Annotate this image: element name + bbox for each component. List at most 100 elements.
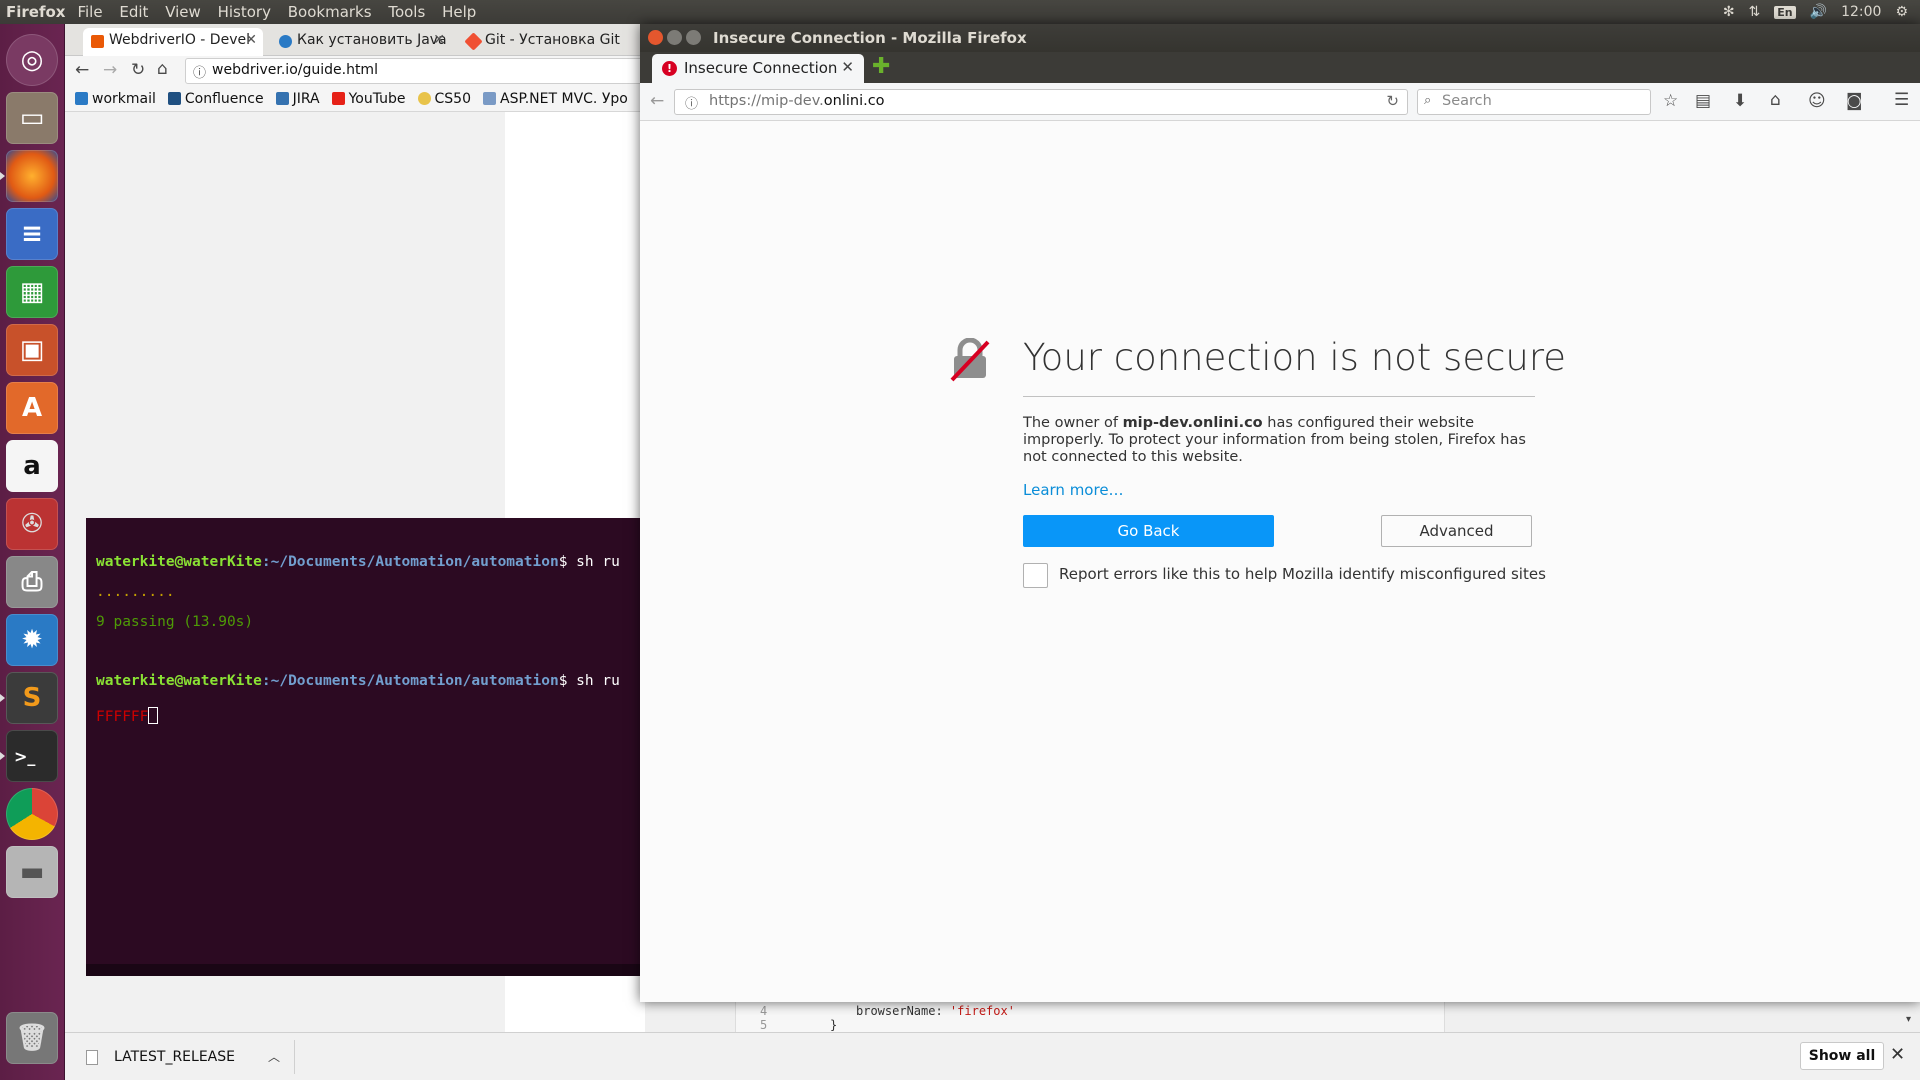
- menu-view[interactable]: View: [159, 3, 207, 21]
- ubuntu-dash-icon[interactable]: ◎: [6, 34, 58, 86]
- error-title: Your connection is not secure: [1023, 336, 1567, 379]
- hamburger-menu-icon[interactable]: ☰: [1894, 90, 1909, 110]
- chevron-up-icon[interactable]: ︿: [268, 1048, 280, 1065]
- volume-icon[interactable]: 🔊: [1810, 4, 1827, 20]
- webdriverio-favicon-icon: [91, 35, 104, 48]
- dropbox-icon[interactable]: ✻: [1723, 4, 1735, 20]
- terminal-cursor: [148, 707, 159, 724]
- back-arrow-icon[interactable]: ←: [650, 91, 664, 111]
- background-tab-strip: WebdriverIO - Devel ✕ Как установить Jav…: [65, 24, 645, 56]
- unity-tweak-icon[interactable]: ✹: [6, 614, 58, 666]
- git-favicon-icon: [464, 32, 483, 51]
- search-icon: ⌕: [1424, 93, 1432, 108]
- tab-git-install[interactable]: Git - Установка Git: [459, 28, 645, 56]
- info-icon: ⓘ: [193, 66, 207, 81]
- report-errors-checkbox[interactable]: [1023, 563, 1048, 588]
- maximize-window-icon[interactable]: [686, 30, 701, 45]
- library-icon[interactable]: ▤: [1695, 91, 1711, 111]
- clock[interactable]: 12:00: [1841, 4, 1881, 20]
- libreoffice-writer-icon[interactable]: ≡: [6, 208, 58, 260]
- bookmark-jira[interactable]: JIRA: [275, 91, 320, 107]
- forward-arrow-icon[interactable]: →: [103, 60, 117, 80]
- home-icon[interactable]: ⌂: [1770, 90, 1781, 110]
- libreoffice-calc-icon[interactable]: ▦: [6, 266, 58, 318]
- close-downloads-bar-icon[interactable]: ✕: [1890, 1044, 1905, 1065]
- keyboard-layout-indicator[interactable]: En: [1774, 5, 1796, 19]
- files-icon[interactable]: ▭: [6, 92, 58, 144]
- trash-icon[interactable]: 🗑: [6, 1012, 58, 1064]
- amazon-icon[interactable]: a: [6, 440, 58, 492]
- confluence-icon: [167, 92, 181, 105]
- menu-history[interactable]: History: [212, 3, 277, 21]
- menu-help[interactable]: Help: [436, 3, 482, 21]
- title-divider: [1023, 396, 1535, 397]
- unity-launcher: ◎ ▭ ≡ ▦ ▣ A a ✇ ⎙ ✹ S >_ ▬ 🗑: [0, 24, 65, 1080]
- broken-lock-icon: [950, 338, 990, 382]
- download-item[interactable]: LATEST_RELEASE ︿: [80, 1040, 295, 1074]
- printer-icon[interactable]: ⎙: [6, 556, 58, 608]
- ubuntu-software-icon[interactable]: A: [6, 382, 58, 434]
- java-site-favicon-icon: [279, 35, 292, 48]
- go-back-button[interactable]: Go Back: [1023, 515, 1274, 547]
- firefox-url-field[interactable]: ⓘ https://mip-dev.onlini.co ↻: [674, 89, 1408, 115]
- terminal-window[interactable]: waterkite@waterKite:~/Documents/Automati…: [86, 518, 640, 974]
- learn-more-link[interactable]: Learn more…: [1023, 481, 1124, 499]
- menu-bookmarks[interactable]: Bookmarks: [282, 3, 378, 21]
- bookmark-youtube[interactable]: YouTube: [331, 91, 406, 107]
- system-settings-icon[interactable]: ✇: [6, 498, 58, 550]
- chat-bubble-icon[interactable]: ☺: [1808, 91, 1826, 111]
- warning-icon: !: [662, 61, 677, 76]
- terminal-line-failures: FFFFFF: [96, 707, 159, 725]
- menu-tools[interactable]: Tools: [382, 3, 431, 21]
- bookmark-workmail[interactable]: workmail: [75, 91, 156, 107]
- bookmark-aspnet-mvc[interactable]: ASP.NET MVC. Уро: [483, 91, 628, 107]
- menu-file[interactable]: File: [71, 3, 108, 21]
- tab-insecure-connection[interactable]: ! Insecure Connection ✕: [652, 54, 864, 83]
- tab-java-install[interactable]: Как установить Java ✕: [271, 28, 451, 56]
- tab-webdriverio[interactable]: WebdriverIO - Devel ✕: [83, 28, 263, 56]
- report-errors-label[interactable]: Report errors like this to help Mozilla …: [1059, 565, 1546, 583]
- sublime-text-icon[interactable]: S: [0, 672, 58, 724]
- file-icon: [86, 1050, 98, 1065]
- bookmark-cs50[interactable]: CS50: [417, 91, 471, 107]
- background-url-field[interactable]: ⓘ webdriver.io/guide.html: [185, 58, 645, 84]
- terminal-icon[interactable]: >_: [0, 730, 58, 782]
- libreoffice-impress-icon[interactable]: ▣: [6, 324, 58, 376]
- close-tab-icon[interactable]: ✕: [433, 32, 445, 48]
- chrome-icon[interactable]: [6, 788, 58, 840]
- minimize-window-icon[interactable]: [667, 30, 682, 45]
- bookmarks-toolbar: workmail Confluence JIRA YouTube CS50 AS…: [65, 86, 645, 112]
- downloads-arrow-icon[interactable]: ⬇: [1733, 91, 1747, 111]
- home-icon[interactable]: ⌂: [157, 59, 168, 79]
- terminal-line-passing: 9 passing (13.90s): [96, 614, 254, 630]
- close-tab-icon[interactable]: ✕: [841, 58, 854, 76]
- reload-icon[interactable]: ↻: [1386, 92, 1399, 110]
- site-info-icon[interactable]: ⓘ: [685, 93, 698, 112]
- settings-gear-icon[interactable]: ⚙: [1895, 4, 1908, 20]
- network-icon[interactable]: ⇅: [1749, 4, 1761, 20]
- terminal-line-progress: .........: [96, 584, 175, 600]
- top-panel: Firefox File Edit View History Bookmarks…: [0, 0, 1920, 24]
- back-arrow-icon[interactable]: ←: [75, 60, 89, 80]
- firefox-icon[interactable]: [0, 150, 58, 202]
- firefox-search-field[interactable]: ⌕ Search: [1417, 89, 1651, 115]
- firefox-titlebar[interactable]: Insecure Connection - Mozilla Firefox: [640, 24, 1920, 52]
- pocket-icon[interactable]: ◙: [1846, 91, 1863, 111]
- scroll-down-arrow-icon[interactable]: ▾: [1906, 1014, 1911, 1025]
- terminal-bottom-edge: [86, 964, 640, 976]
- new-tab-plus-icon[interactable]: ✚: [872, 54, 890, 79]
- downloads-bar: [65, 1032, 1920, 1080]
- bookmark-confluence[interactable]: Confluence: [167, 91, 264, 107]
- advanced-button[interactable]: Advanced: [1381, 515, 1532, 547]
- background-code-snippet: 4 5 browserName: 'firefox' }: [735, 1000, 1445, 1032]
- menu-edit[interactable]: Edit: [113, 3, 154, 21]
- jira-icon: [275, 92, 289, 105]
- show-all-downloads-button[interactable]: Show all: [1800, 1042, 1884, 1070]
- close-tab-icon[interactable]: ✕: [245, 32, 257, 48]
- download-file-name: LATEST_RELEASE: [114, 1049, 235, 1065]
- disk-icon[interactable]: ▬: [6, 846, 58, 898]
- close-window-icon[interactable]: [648, 30, 663, 45]
- bookmark-star-icon[interactable]: ☆: [1663, 91, 1678, 111]
- reload-icon[interactable]: ↻: [131, 60, 145, 80]
- error-host: mip-dev.onlini.co: [1122, 415, 1263, 431]
